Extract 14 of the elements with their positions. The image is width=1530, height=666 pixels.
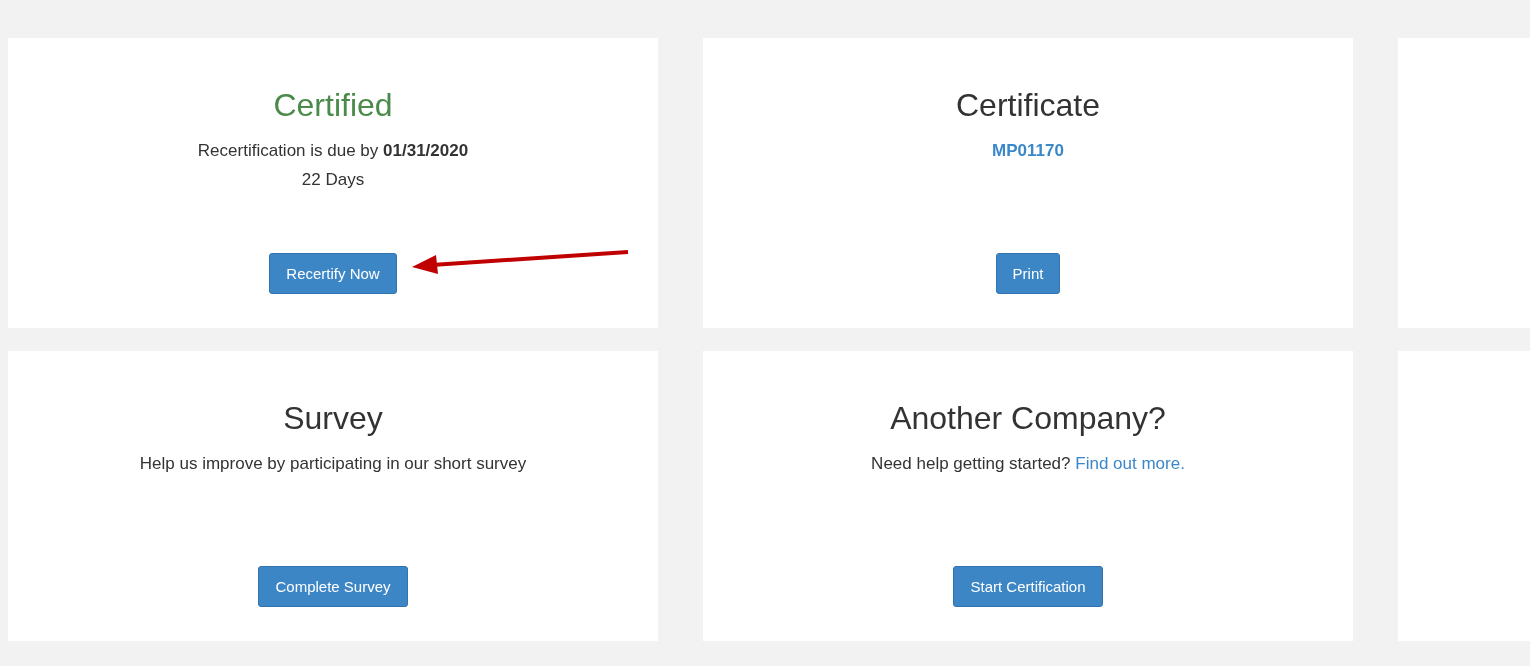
card-title: Survey [283,399,383,438]
card-text: Recertification is due by 01/31/2020 [197,140,469,163]
action-button[interactable]: Recertify Now [269,253,397,294]
more-link[interactable]: Find out more. [1075,454,1185,474]
card-text: Need help getting started? Find out more. [871,453,1185,476]
card-title: Another Company? [890,399,1166,438]
certificate-link[interactable]: MP01170 [992,136,1064,166]
card-text: 22 Days [301,169,365,192]
action-button[interactable]: Start Certification [953,566,1103,607]
action-button[interactable]: Print [995,253,1061,294]
card-title: Certificate [955,86,1100,125]
card-text: Help us improve by participating in our short survey [139,453,527,476]
action-button[interactable]: Complete Survey [258,566,408,607]
card-title: Certified [273,86,393,125]
